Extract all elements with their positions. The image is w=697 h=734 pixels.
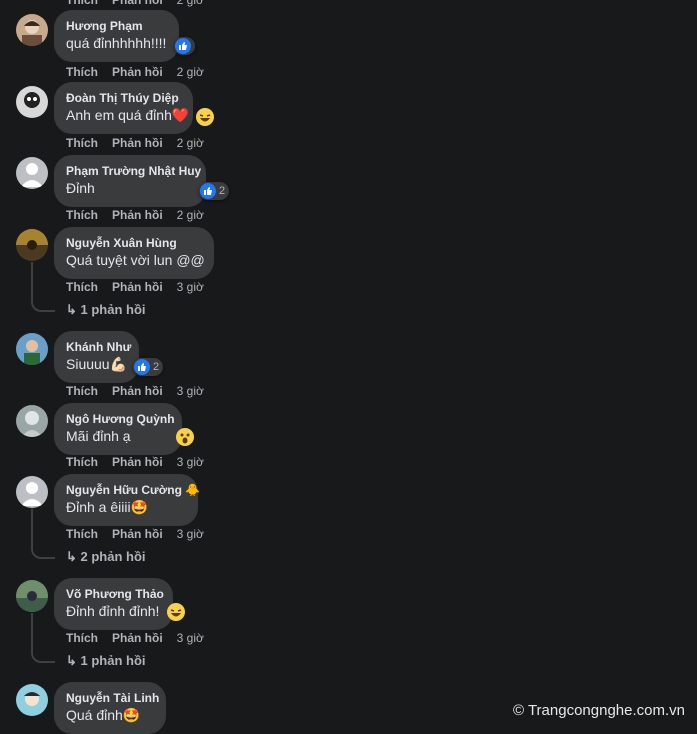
- like-icon: [200, 183, 216, 199]
- comment-bubble: Hương Phạm quá đỉnhhhhh!!!!: [54, 10, 179, 62]
- author-name[interactable]: Ngô Hương Quỳnh: [66, 411, 175, 427]
- comment-time: 2 giờ: [176, 208, 204, 222]
- comment-time: 2 giờ: [176, 0, 204, 7]
- comment-text: Đỉnh: [66, 180, 95, 196]
- comment-text: Quá đỉnh🤩: [66, 707, 141, 723]
- like-link[interactable]: Thích: [66, 454, 98, 470]
- reply-thread-line: [31, 262, 55, 312]
- view-replies-link[interactable]: ↳ 1 phản hồi: [66, 653, 146, 669]
- like-icon: [175, 38, 191, 54]
- reaction-number: 2: [153, 361, 160, 373]
- view-replies-link[interactable]: ↳ 2 phản hồi: [66, 549, 146, 565]
- author-name[interactable]: Phạm Trường Nhật Huy: [66, 163, 201, 179]
- comment-text: Đỉnh a êiiii🤩: [66, 499, 149, 515]
- reply-link[interactable]: Phản hồi: [112, 526, 163, 542]
- reply-link[interactable]: Phản hồi: [112, 383, 163, 399]
- comment-bubble: Ngô Hương Quỳnh Mãi đỉnh ạ: [54, 403, 182, 455]
- comment-time: 3 giờ: [176, 280, 204, 294]
- comment-actions: Thích Phản hồi 3 giờ: [66, 279, 204, 295]
- reaction-number: 2: [219, 185, 226, 197]
- like-link[interactable]: Thích: [66, 630, 98, 646]
- haha-icon[interactable]: [167, 603, 185, 621]
- avatar[interactable]: [16, 405, 48, 437]
- comment-bubble: Phạm Trường Nhật Huy Đỉnh: [54, 155, 206, 207]
- comment-time: 2 giờ: [176, 65, 204, 79]
- like-link[interactable]: Thích: [66, 64, 98, 80]
- like-link[interactable]: Thích: [66, 207, 98, 223]
- reply-thread-line: [31, 613, 55, 663]
- author-name[interactable]: Đoàn Thị Thúy Diệp: [66, 90, 181, 106]
- comment-text: Quá tuyệt vời lun @@: [66, 252, 205, 268]
- haha-icon[interactable]: [196, 108, 214, 126]
- reply-link[interactable]: Phản hồi: [112, 630, 163, 646]
- avatar[interactable]: [16, 157, 48, 189]
- reply-link[interactable]: Phản hồi: [112, 454, 163, 470]
- comment-time: 2 giờ: [176, 136, 204, 150]
- like-link[interactable]: Thích: [66, 383, 98, 399]
- reply-link[interactable]: Phản hồi: [112, 64, 163, 80]
- comment-actions-partial: Thích Phản hồi 2 giờ: [66, 0, 204, 8]
- avatar[interactable]: [16, 86, 48, 118]
- watermark: © Trangcongnghe.com.vn: [513, 702, 685, 719]
- like-link[interactable]: Thích: [66, 279, 98, 295]
- reaction-count[interactable]: [174, 37, 195, 55]
- like-link[interactable]: Thích: [66, 135, 98, 151]
- reply-arrow-icon: ↳: [66, 302, 81, 317]
- view-replies-link[interactable]: ↳ 1 phản hồi: [66, 302, 146, 318]
- comment-bubble: Nguyễn Xuân Hùng Quá tuyệt vời lun @@: [54, 227, 214, 279]
- comment-bubble: Khánh Như Siuuuu💪🏻: [54, 331, 139, 383]
- comment-actions: Thích Phản hồi 2 giờ: [66, 64, 204, 80]
- reply-link[interactable]: Phản hồi: [112, 0, 163, 8]
- like-icon: [134, 359, 150, 375]
- avatar[interactable]: [16, 476, 48, 508]
- comment-bubble: Nguyễn Tài Linh Quá đỉnh🤩: [54, 682, 166, 734]
- comment-actions: Thích Phản hồi 2 giờ: [66, 135, 204, 151]
- comment-text: Anh em quá đỉnh❤️: [66, 107, 190, 123]
- comment-text: Siuuuu💪🏻: [66, 356, 128, 372]
- comment-text: Đỉnh đỉnh đỉnh!: [66, 603, 160, 619]
- reply-link[interactable]: Phản hồi: [112, 207, 163, 223]
- avatar[interactable]: [16, 229, 48, 261]
- comment-text: quá đỉnhhhhh!!!!: [66, 35, 167, 51]
- comment-bubble: Võ Phương Thảo Đỉnh đỉnh đỉnh!: [54, 578, 173, 630]
- reaction-count[interactable]: 2: [199, 182, 230, 200]
- reply-arrow-icon: ↳: [66, 549, 81, 564]
- comment-time: 3 giờ: [176, 455, 204, 469]
- avatar[interactable]: [16, 14, 48, 46]
- comment-actions: Thích Phản hồi 2 giờ: [66, 207, 204, 223]
- author-name[interactable]: Nguyễn Tài Linh: [66, 690, 159, 706]
- reply-link[interactable]: Phản hồi: [112, 135, 163, 151]
- comment-time: 3 giờ: [176, 384, 204, 398]
- reaction-count[interactable]: 2: [133, 358, 164, 376]
- comment-text: Mãi đỉnh ạ: [66, 428, 131, 444]
- comment-bubble: Nguyễn Hữu Cường 🐥 Đỉnh a êiiii🤩: [54, 474, 200, 526]
- author-name[interactable]: Nguyễn Xuân Hùng: [66, 235, 202, 251]
- avatar[interactable]: [16, 333, 48, 365]
- author-name[interactable]: Hương Phạm: [66, 18, 167, 34]
- comment-actions: Thích Phản hồi 3 giờ: [66, 630, 204, 646]
- avatar[interactable]: [16, 580, 48, 612]
- comment-time: 3 giờ: [176, 631, 204, 645]
- comment-actions: Thích Phản hồi 3 giờ: [66, 526, 204, 542]
- avatar[interactable]: [16, 684, 48, 716]
- comment-actions: Thích Phản hồi 3 giờ: [66, 383, 204, 399]
- reply-thread-line: [31, 509, 55, 559]
- author-name[interactable]: Võ Phương Thảo: [66, 586, 164, 602]
- author-name[interactable]: Khánh Như: [66, 339, 131, 355]
- wow-icon[interactable]: [176, 428, 194, 446]
- comment-bubble: Đoàn Thị Thúy Diệp Anh em quá đỉnh❤️: [54, 82, 193, 134]
- author-name[interactable]: Nguyễn Hữu Cường 🐥: [66, 482, 200, 498]
- like-link[interactable]: Thích: [66, 526, 98, 542]
- comment-time: 3 giờ: [176, 527, 204, 541]
- like-link[interactable]: Thích: [66, 0, 98, 8]
- reply-link[interactable]: Phản hồi: [112, 279, 163, 295]
- comment-actions: Thích Phản hồi 3 giờ: [66, 454, 204, 470]
- reply-arrow-icon: ↳: [66, 653, 81, 668]
